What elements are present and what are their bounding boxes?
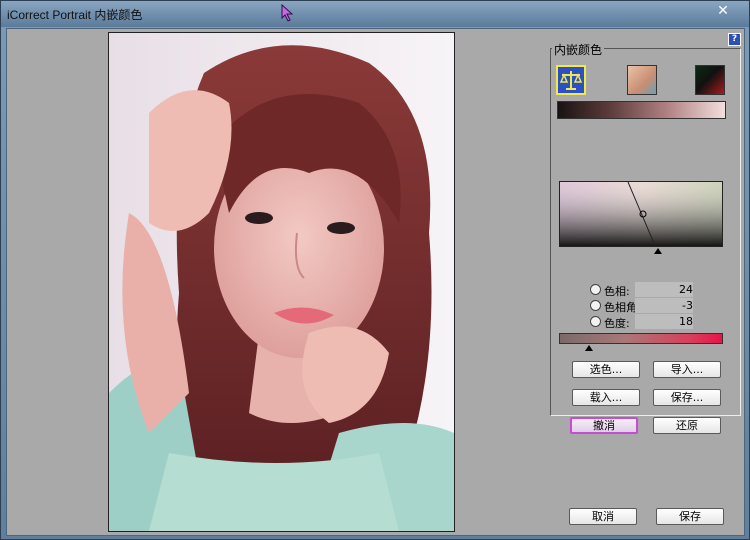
portrait-image: [109, 33, 454, 531]
undo-button[interactable]: 撤消: [570, 417, 638, 434]
hue-radio[interactable]: [590, 284, 601, 295]
tone-gradient-bar: [557, 101, 726, 119]
hue-angle-radio[interactable]: [590, 300, 601, 311]
title-bar[interactable]: iCorrect Portrait 内嵌颜色 ✕: [1, 1, 749, 27]
hue-slider-marker-icon[interactable]: [585, 345, 593, 351]
photo-preview[interactable]: [108, 32, 455, 532]
help-icon[interactable]: ?: [728, 33, 741, 46]
pick-color-button[interactable]: 选色...: [572, 361, 640, 378]
hue-angle-row[interactable]: 色相角: -3: [590, 298, 730, 314]
hue-angle-value-box[interactable]: -3: [635, 298, 693, 313]
chroma-label: 色度:: [604, 317, 630, 330]
close-icon[interactable]: ✕: [715, 3, 731, 19]
cancel-button[interactable]: 取消: [569, 508, 637, 525]
chroma-row[interactable]: 色度: 18: [590, 314, 730, 330]
restore-button[interactable]: 还原: [653, 417, 721, 434]
chroma-value: 18: [679, 315, 693, 328]
window-title: iCorrect Portrait 内嵌颜色: [7, 8, 143, 22]
hue-value-box[interactable]: 24: [635, 282, 693, 297]
panel-title: 内嵌颜色: [552, 41, 605, 58]
hue-angle-value: -3: [682, 299, 693, 312]
import-button[interactable]: 导入...: [653, 361, 721, 378]
balance-icon[interactable]: [556, 65, 586, 95]
save-preset-button[interactable]: 保存...: [653, 389, 721, 406]
load-button[interactable]: 载入...: [572, 389, 640, 406]
save-button[interactable]: 保存: [656, 508, 724, 525]
app-window: iCorrect Portrait 内嵌颜色 ✕ ? 内嵌颜色 色相: 24 色…: [0, 0, 750, 540]
hue-label: 色相:: [604, 285, 630, 298]
color-square-marker-icon: [654, 248, 662, 254]
hue-slider-bar[interactable]: [559, 333, 723, 344]
hue-value: 24: [679, 283, 693, 296]
chroma-radio[interactable]: [590, 316, 601, 327]
face-icon[interactable]: [627, 65, 657, 95]
hue-row[interactable]: 色相: 24: [590, 282, 730, 298]
chroma-value-box[interactable]: 18: [635, 314, 693, 329]
color-picker-area[interactable]: [559, 181, 723, 247]
gradient-icon[interactable]: [695, 65, 725, 95]
